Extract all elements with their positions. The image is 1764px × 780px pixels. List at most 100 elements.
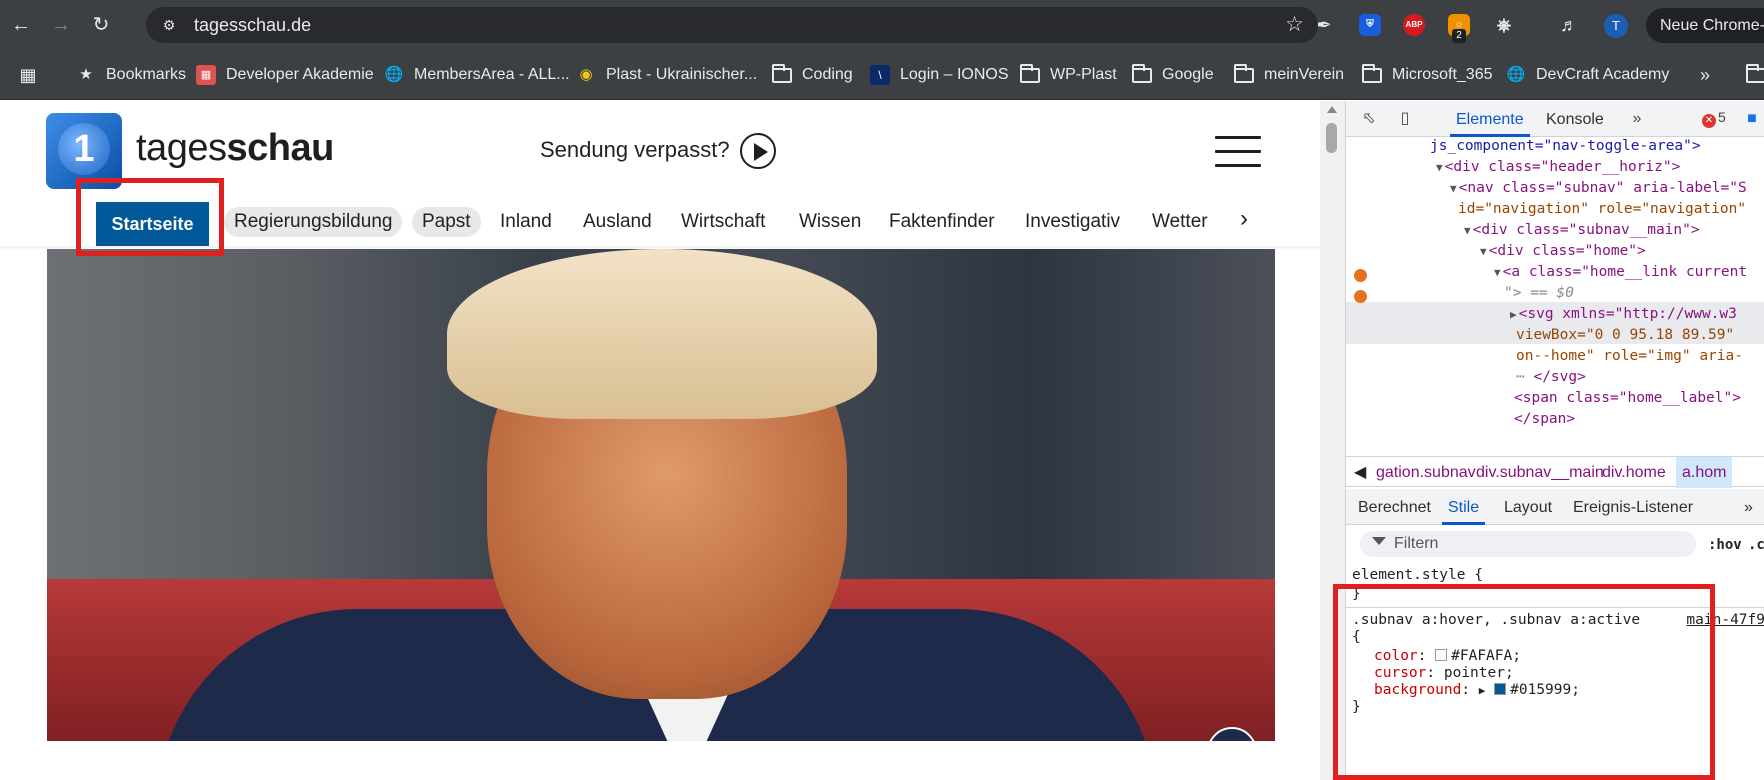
apps-grid-icon[interactable]: ▦ [18, 64, 48, 86]
page-scrollbar[interactable] [1320, 101, 1345, 780]
breadcrumb-item[interactable]: div.subnav__main [1476, 457, 1604, 488]
dom-node-text: "> == $0 [1504, 285, 1574, 301]
bookmark-label: Developer Akademie [226, 66, 374, 83]
back-arrow-icon[interactable]: ← [8, 12, 34, 38]
subnav-next-chevron-icon[interactable]: › [1240, 205, 1248, 233]
media-control-icon[interactable]: ♬ [1558, 14, 1580, 36]
css-rule-selector[interactable]: .subnav a:hover, .subnav a:active main-4… [1352, 611, 1764, 630]
stylesheet-source-link[interactable]: main-47f9 [1686, 611, 1764, 630]
subnav-item[interactable]: Papst [412, 207, 481, 237]
bookmark-item[interactable]: ◉ Plast - Ukrainischer... [576, 64, 757, 86]
subnav-item[interactable]: Ausland [583, 207, 652, 237]
all-bookmarks-folder[interactable] [1746, 63, 1764, 86]
dom-node[interactable]: ▼ <nav class="subnav" aria-label="S [1450, 178, 1747, 199]
dom-node-selected[interactable]: "> == $0 [1504, 283, 1574, 304]
bookmarks-overflow-chevron-icon[interactable]: » [1700, 64, 1710, 86]
subnav-item[interactable]: Regierungsbildung [224, 207, 403, 237]
color-swatch-icon[interactable] [1435, 649, 1448, 661]
bookmark-item[interactable]: \ Login – IONOS [870, 64, 1009, 86]
bookmark-label: Login – IONOS [900, 66, 1009, 83]
bookmark-folder[interactable]: Google [1132, 63, 1214, 86]
ellipsis-icon[interactable]: ⋯ [1516, 369, 1533, 385]
class-toggle[interactable]: .cl [1748, 537, 1764, 553]
subnav-home-link[interactable]: Startseite [96, 202, 209, 246]
profile-avatar[interactable]: T [1604, 14, 1628, 38]
dom-node[interactable]: js_component="nav-toggle-area"> [1430, 137, 1701, 157]
more-tabs-chevron-icon[interactable]: » [1626, 109, 1648, 129]
play-icon[interactable] [740, 133, 776, 169]
bookmark-folder[interactable]: meinVerein [1234, 63, 1344, 86]
subnav-item[interactable]: Wirtschaft [681, 207, 765, 237]
url-text[interactable]: tagesschau.de [194, 15, 311, 35]
messages-icon[interactable]: ■ [1741, 109, 1763, 129]
tab-styles[interactable]: Stile [1442, 489, 1486, 525]
profile-chip[interactable]: Neue Chrome-V [1646, 8, 1764, 43]
error-count-badge[interactable]: ✕ 5 [1702, 109, 1726, 128]
missed-broadcast-link[interactable]: Sendung verpasst? [540, 137, 730, 163]
breadcrumb-item[interactable]: div.home [1602, 457, 1666, 488]
subnav-item[interactable]: Wissen [799, 207, 861, 237]
site-settings-icon[interactable]: ⚙ [160, 16, 178, 34]
hamburger-menu-icon[interactable] [1215, 136, 1261, 168]
forward-arrow-icon[interactable]: → [48, 12, 74, 38]
bookmark-item[interactable]: 🌐 DevCraft Academy [1506, 64, 1670, 86]
dom-node-selected[interactable]: ▼ <a class="home__link current [1494, 262, 1747, 283]
bookmark-item[interactable]: ▦ Developer Akademie [196, 64, 374, 86]
element-style-rule[interactable]: element.style { [1352, 566, 1483, 585]
address-bar[interactable]: ⚙ tagesschau.de ☆ [146, 7, 1318, 43]
bookmark-folder[interactable]: WP-Plast [1020, 63, 1117, 86]
subnav-item[interactable]: Inland [500, 207, 552, 237]
globe-icon: 🌐 [384, 66, 404, 83]
scrollbar-thumb[interactable] [1326, 123, 1337, 153]
dom-node[interactable]: ▼ <div class="home"> [1480, 241, 1646, 262]
dom-node[interactable]: id="navigation" role="navigation" [1458, 199, 1746, 220]
dom-node[interactable]: ▼ <div class="header__horiz"> [1436, 157, 1680, 178]
color-swatch-icon[interactable] [1494, 683, 1507, 695]
breadcrumb-scroll-left-icon[interactable]: ◀ [1354, 457, 1366, 488]
adblock-plus-extension-icon[interactable]: ABP [1403, 14, 1425, 36]
inspect-element-icon[interactable]: ⬁ [1358, 109, 1380, 129]
hover-state-toggle[interactable]: :hov [1708, 537, 1742, 553]
device-toolbar-icon[interactable]: ▯ [1394, 109, 1416, 129]
site-wordmark[interactable]: tagesschau [136, 127, 334, 170]
tab-console[interactable]: Konsole [1546, 101, 1604, 137]
tagesschau-logo[interactable]: 1 [46, 113, 122, 189]
tab-layout[interactable]: Layout [1504, 489, 1552, 525]
bookmark-label: Google [1162, 66, 1214, 83]
css-property[interactable]: background: ▶ #015999; [1374, 681, 1580, 700]
breadcrumb-item[interactable]: gation.subnav [1376, 457, 1476, 488]
bookmark-folder[interactable]: Microsoft_365 [1362, 63, 1493, 86]
tab-computed[interactable]: Berechnet [1358, 489, 1431, 525]
breakpoint-dot-icon[interactable] [1354, 269, 1367, 282]
site-icon: \ [870, 65, 890, 85]
hero-image[interactable] [47, 249, 1275, 741]
selector-text: .subnav a:hover, .subnav a:active [1352, 612, 1641, 628]
dom-node[interactable]: <span class="home__label"> [1514, 388, 1741, 409]
dom-node[interactable]: ⋯ </svg> [1516, 367, 1586, 388]
more-panes-chevron-icon[interactable]: » [1744, 489, 1753, 525]
breadcrumb-item-selected[interactable]: a.hom [1676, 457, 1733, 488]
filter-icon [1372, 537, 1386, 545]
bookmark-folder[interactable]: Coding [772, 63, 853, 86]
styles-filter-input[interactable]: Filtern [1360, 531, 1696, 557]
reload-icon[interactable]: ↻ [88, 12, 114, 38]
subnav-item[interactable]: Wetter [1152, 207, 1208, 237]
subnav-item[interactable]: Investigativ [1025, 207, 1120, 237]
bookmark-item[interactable]: ★ Bookmarks [76, 64, 186, 86]
expand-triangle-icon[interactable]: ▶ [1479, 684, 1486, 697]
bookmark-item[interactable]: 🌐 MembersArea - ALL... [384, 64, 570, 86]
bookmark-star-icon[interactable]: ☆ [1285, 13, 1304, 37]
tab-event-listeners[interactable]: Ereignis-Listener [1573, 489, 1693, 525]
dom-node[interactable]: ▶ <svg xmlns="http://www.w3 [1510, 304, 1737, 325]
extensions-puzzle-icon[interactable]: ⎈ [1493, 14, 1515, 36]
eyedropper-extension-icon[interactable]: ✒ [1313, 14, 1335, 36]
dom-node[interactable]: viewBox="0 0 95.18 89.59" [1516, 325, 1734, 346]
breakpoint-dot-icon[interactable] [1354, 290, 1367, 303]
subnav-item[interactable]: Faktenfinder [889, 207, 995, 237]
tab-elements[interactable]: Elemente [1450, 101, 1530, 137]
dom-node[interactable]: on--home" role="img" aria- [1516, 346, 1743, 367]
scroll-up-arrow-icon[interactable] [1327, 106, 1337, 113]
dom-node[interactable]: </span> [1514, 409, 1575, 430]
bitwarden-extension-icon[interactable]: ⛨ [1359, 14, 1381, 36]
dom-node[interactable]: ▼ <div class="subnav__main"> [1464, 220, 1700, 241]
